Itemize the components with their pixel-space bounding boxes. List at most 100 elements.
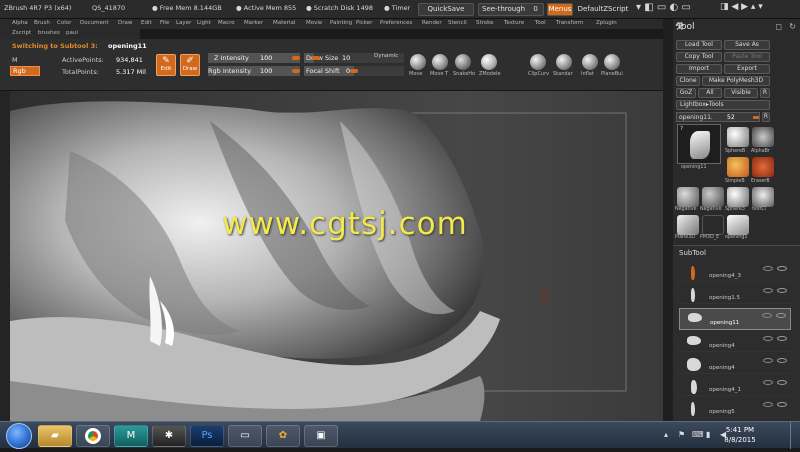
goz-r-button[interactable]: R xyxy=(760,88,770,98)
menu-tool[interactable]: Tool xyxy=(535,20,546,26)
draw-button[interactable]: ✐ Draw xyxy=(180,54,200,76)
rgb-toggle[interactable]: Rgb xyxy=(10,66,40,76)
menu-draw[interactable]: Draw xyxy=(118,20,132,26)
edit-button[interactable]: ✎ Edit xyxy=(156,54,176,76)
polypaint-toggle-icon[interactable] xyxy=(763,380,773,385)
subtool-row[interactable]: opening4_1 xyxy=(679,376,791,396)
menu-color[interactable]: Color xyxy=(57,20,71,26)
menu-zscript[interactable]: Zscript xyxy=(12,30,31,36)
menu-render[interactable]: Render xyxy=(422,20,442,26)
current-tool-r-button[interactable]: R xyxy=(762,112,770,122)
menu-transform[interactable]: Transform xyxy=(556,20,583,26)
clone-button[interactable]: Clone xyxy=(676,76,700,86)
paste-tool-button[interactable]: Paste Tool xyxy=(724,52,770,62)
zbrush-icon[interactable]: ✱ xyxy=(152,425,186,447)
subtool-row[interactable]: opening4_3 xyxy=(679,262,791,282)
brush-standard-icon[interactable] xyxy=(556,54,572,70)
save-as-button[interactable]: Save As xyxy=(724,40,770,50)
polypaint-toggle-icon[interactable] xyxy=(763,402,773,407)
menu-layer[interactable]: Layer xyxy=(176,20,191,26)
polypaint-toggle-icon[interactable] xyxy=(763,336,773,341)
menu-document[interactable]: Document xyxy=(80,20,109,26)
show-desktop-button[interactable] xyxy=(790,422,800,449)
tablet-icon[interactable]: ▭ xyxy=(228,425,262,447)
clock[interactable]: 5:41 PM 8/8/2015 xyxy=(710,425,770,445)
copy-tool-button[interactable]: Copy Tool xyxy=(676,52,722,62)
menu-brushes[interactable]: brushes xyxy=(38,30,60,36)
visibility-eye-icon[interactable] xyxy=(777,266,787,271)
subtool-row-selected[interactable]: opening11 xyxy=(679,308,791,330)
menu-zplugin[interactable]: Zplugin xyxy=(596,20,617,26)
right-tray-strip[interactable] xyxy=(663,19,673,421)
polypaint-toggle-icon[interactable] xyxy=(763,266,773,271)
default-zscript-button[interactable]: DefaultZScript xyxy=(575,3,631,16)
subtool-row[interactable]: opening4 xyxy=(679,354,791,374)
z-intensity-slider[interactable]: Z Intensity 100 xyxy=(208,53,300,63)
menu-macro[interactable]: Macro xyxy=(218,20,235,26)
testcliff-icon[interactable] xyxy=(752,187,774,207)
lightbox-tools-button[interactable]: Lightbox▸Tools xyxy=(676,100,770,110)
menu-preferences[interactable]: Preferences xyxy=(380,20,412,26)
brush-planebuild-icon[interactable] xyxy=(604,54,620,70)
subtool-row[interactable]: opening1.5 xyxy=(679,284,791,304)
visibility-eye-icon[interactable] xyxy=(777,336,787,341)
opening-shape-icon[interactable] xyxy=(727,215,749,235)
make-polymesh-button[interactable]: Make PolyMesh3D xyxy=(702,76,770,86)
brush-zmodeler-icon[interactable] xyxy=(481,54,497,70)
viewport-canvas[interactable]: www.cgtsj.com xyxy=(10,91,663,421)
brush-move-icon[interactable] xyxy=(410,54,426,70)
dynamic-toggle[interactable]: Dynamic xyxy=(374,53,398,59)
alphabrush-icon[interactable] xyxy=(752,127,774,147)
flower-app-icon[interactable]: ✿ xyxy=(266,425,300,447)
menu-edit[interactable]: Edit xyxy=(141,20,152,26)
see-through-slider[interactable]: See-through 0 xyxy=(478,3,544,16)
visibility-eye-icon[interactable] xyxy=(777,402,787,407)
photoshop-icon[interactable]: Ps xyxy=(190,425,224,447)
eraserbrush-icon[interactable] xyxy=(752,157,774,177)
spherebrush-icon[interactable] xyxy=(727,127,749,147)
negative-shape-2-icon[interactable] xyxy=(702,187,724,207)
refresh-icon[interactable]: ↻ xyxy=(789,22,796,31)
material-m-label[interactable]: M xyxy=(12,56,18,64)
brush-clipcurve-icon[interactable] xyxy=(530,54,546,70)
pm3d-icon[interactable] xyxy=(702,215,724,235)
tray-keyboard-icon[interactable]: ⌨ xyxy=(692,430,704,439)
goz-all-button[interactable]: All xyxy=(698,88,722,98)
goz-visible-button[interactable]: Visible xyxy=(724,88,758,98)
simplebrush-icon[interactable] xyxy=(727,157,749,177)
menu-movie[interactable]: Movie xyxy=(306,20,322,26)
subtool-row[interactable]: opening4 xyxy=(679,332,791,352)
load-tool-button[interactable]: Load Tool xyxy=(676,40,722,50)
negative-shape-icon[interactable] xyxy=(677,187,699,207)
left-tray-strip[interactable] xyxy=(0,91,10,421)
rgb-intensity-slider[interactable]: Rgb Intensity 100 xyxy=(208,66,300,76)
menu-file[interactable]: File xyxy=(160,20,169,26)
goz-button[interactable]: GoZ xyxy=(676,88,696,98)
window-controls-icon[interactable]: ▾ ◧ ▭ ◐ ▭ xyxy=(636,2,691,13)
menu-marker[interactable]: Marker xyxy=(244,20,263,26)
popup-icon[interactable]: ◻ xyxy=(775,22,782,31)
sphere3d-icon[interactable] xyxy=(727,187,749,207)
menus-button[interactable]: Menus xyxy=(547,3,573,16)
visibility-eye-icon[interactable] xyxy=(777,380,787,385)
window-app-icon[interactable]: ▣ xyxy=(304,425,338,447)
menu-stroke[interactable]: Stroke xyxy=(476,20,494,26)
polypaint-toggle-icon[interactable] xyxy=(762,313,772,318)
polypaint-toggle-icon[interactable] xyxy=(763,358,773,363)
tray-arrow-icon[interactable]: ▴ xyxy=(664,430,673,439)
brush-inflat-icon[interactable] xyxy=(582,54,598,70)
brush-move-topological-icon[interactable] xyxy=(432,54,448,70)
active-tool-thumbnail[interactable]: 7 xyxy=(677,124,721,164)
quicksave-button[interactable]: QuickSave xyxy=(418,3,474,16)
menu-alpha[interactable]: Alpha xyxy=(12,20,28,26)
menu-material[interactable]: Material xyxy=(273,20,295,26)
import-button[interactable]: Import xyxy=(676,64,722,74)
menu-picker[interactable]: Picker xyxy=(356,20,372,26)
plane3d-icon[interactable] xyxy=(677,215,699,235)
focal-shift-slider[interactable]: Focal Shift 0 xyxy=(304,66,404,76)
current-tool-slider[interactable]: opening11. 52 xyxy=(676,112,760,122)
menu-painting[interactable]: Painting xyxy=(330,20,352,26)
visibility-eye-icon[interactable] xyxy=(777,288,787,293)
visibility-eye-icon[interactable] xyxy=(776,313,786,318)
start-button[interactable] xyxy=(6,423,32,449)
